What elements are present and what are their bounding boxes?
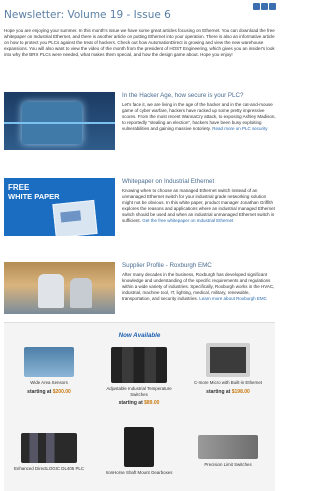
whitepaper-image[interactable]: FREE WHITE PAPER <box>4 178 115 236</box>
supplier-image[interactable] <box>4 262 115 314</box>
product-card[interactable]: Wide Area Sensors starting at $200.00 <box>8 347 90 395</box>
cmore-micro-image[interactable] <box>206 343 250 377</box>
gearbox-image[interactable] <box>124 427 154 467</box>
share-icon[interactable] <box>253 3 260 10</box>
article-link[interactable]: Read more on PLC security <box>212 126 267 131</box>
product-name[interactable]: Enhanced DirectLOGIC DL405 PLC <box>8 466 90 472</box>
product-card[interactable]: C-more Micro with Built-in Ethernet star… <box>187 343 269 395</box>
worker-graphic <box>38 274 64 308</box>
now-available-panel: Now Available Wide Area Sensors starting… <box>4 322 275 491</box>
circuit-line-graphic <box>4 122 115 124</box>
social-icons <box>253 3 276 10</box>
article-title[interactable]: Whitepaper on Industrial Ethernet <box>122 178 277 185</box>
worker-graphic <box>70 278 92 308</box>
article-hacker: In the Hacker Age, how secure is your PL… <box>4 92 277 164</box>
newsletter-title: Newsletter: Volume 19 - Issue 6 <box>4 9 171 21</box>
product-name[interactable]: Adjustable Industrial Temperature Switch… <box>98 386 180 397</box>
price-label: starting at <box>27 388 52 395</box>
whitepaper-title-label: WHITE PAPER <box>8 192 60 201</box>
facebook-icon[interactable] <box>261 3 268 10</box>
product-name[interactable]: Wide Area Sensors <box>8 380 90 386</box>
article-whitepaper: FREE WHITE PAPER Whitepaper on Industria… <box>4 178 277 250</box>
article-link[interactable]: Learn more about Roxburgh EMC <box>199 296 267 301</box>
product-name[interactable]: Precision Limit Switches <box>187 462 269 468</box>
product-name[interactable]: IronHorse Shaft Mount Gearboxes <box>98 470 180 476</box>
article-title[interactable]: Supplier Profile - Roxburgh EMC <box>122 262 277 269</box>
product-card[interactable]: Enhanced DirectLOGIC DL405 PLC <box>8 433 90 472</box>
twitter-icon[interactable] <box>269 3 276 10</box>
product-price: $198.00 <box>231 388 250 395</box>
price-label: starting at <box>118 400 143 406</box>
product-price: $89.00 <box>144 400 160 406</box>
limit-switch-image[interactable] <box>198 435 258 459</box>
hacker-image[interactable] <box>4 92 115 150</box>
whitepaper-free-label: FREE <box>8 183 30 192</box>
wide-area-sensor-image[interactable] <box>24 347 74 377</box>
temperature-switch-image[interactable] <box>111 347 167 383</box>
price-label: starting at <box>206 388 231 395</box>
article-link[interactable]: Get the free whitepaper on Industrial Et… <box>142 218 233 223</box>
product-card[interactable]: Adjustable Industrial Temperature Switch… <box>98 347 180 406</box>
product-card[interactable]: IronHorse Shaft Mount Gearboxes <box>98 427 180 476</box>
whitepaper-cover-graphic <box>52 199 98 236</box>
dl405-plc-image[interactable] <box>21 433 77 463</box>
newsletter-page: Newsletter: Volume 19 - Issue 6 Hope you… <box>0 0 279 491</box>
now-available-heading: Now Available <box>118 332 161 339</box>
intro-text: Hope you are enjoying your summer. In th… <box>4 28 275 57</box>
product-name[interactable]: C-more Micro with Built-in Ethernet <box>187 380 269 386</box>
product-card[interactable]: Precision Limit Switches <box>187 435 269 468</box>
product-price: $200.00 <box>52 388 71 395</box>
article-supplier: Supplier Profile - Roxburgh EMC After ma… <box>4 262 277 322</box>
article-title[interactable]: In the Hacker Age, how secure is your PL… <box>122 92 277 99</box>
